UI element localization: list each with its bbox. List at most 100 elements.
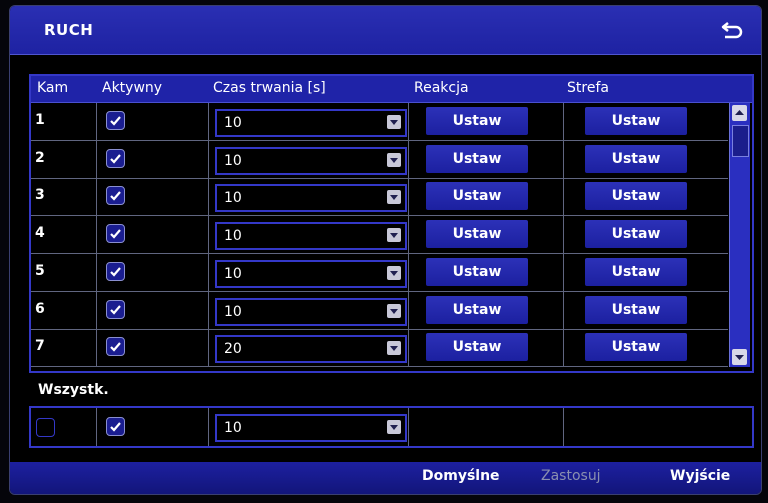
title-bar: RUCH bbox=[10, 6, 761, 55]
all-select-checkbox[interactable] bbox=[36, 418, 55, 437]
divider bbox=[408, 329, 409, 367]
active-checkbox[interactable] bbox=[106, 337, 125, 357]
divider bbox=[96, 253, 97, 291]
check-icon bbox=[110, 153, 121, 164]
check-icon bbox=[110, 116, 121, 126]
active-checkbox[interactable] bbox=[106, 148, 125, 168]
exit-button[interactable]: Wyjście bbox=[670, 468, 730, 484]
scroll-thumb[interactable] bbox=[732, 125, 749, 157]
zone-set-button[interactable]: Ustaw bbox=[585, 182, 687, 211]
zone-set-button[interactable]: Ustaw bbox=[585, 107, 687, 135]
header-duration: Czas trwania [s] bbox=[213, 80, 326, 96]
duration-select[interactable]: 10 bbox=[215, 184, 407, 213]
all-cameras-label: Wszystk. bbox=[38, 382, 109, 398]
check-icon bbox=[110, 342, 121, 352]
table-row: 5 10 Ustaw Ustaw bbox=[31, 253, 728, 292]
scroll-up-icon[interactable] bbox=[732, 105, 747, 121]
check-icon bbox=[110, 191, 121, 202]
chevron-down-icon bbox=[387, 152, 401, 167]
duration-value: 20 bbox=[224, 341, 242, 358]
divider bbox=[208, 140, 209, 178]
divider bbox=[408, 216, 409, 254]
table-row: 4 10 Ustaw Ustaw bbox=[31, 216, 728, 255]
default-button[interactable]: Domyślne bbox=[422, 468, 500, 484]
chevron-down-icon bbox=[387, 190, 401, 205]
camera-motion-table: Kam Aktywny Czas trwania [s] Reakcja Str… bbox=[29, 74, 754, 373]
all-cameras-row: 10 bbox=[29, 406, 754, 448]
divider bbox=[96, 140, 97, 178]
duration-value: 10 bbox=[224, 115, 242, 131]
header-reaction: Reakcja bbox=[414, 80, 469, 96]
apply-button[interactable]: Zastosuj bbox=[541, 468, 601, 484]
duration-select[interactable]: 10 bbox=[215, 222, 407, 251]
divider bbox=[563, 291, 564, 329]
zone-set-button[interactable]: Ustaw bbox=[585, 333, 687, 362]
divider bbox=[96, 178, 97, 216]
divider bbox=[96, 408, 97, 446]
reaction-set-button[interactable]: Ustaw bbox=[426, 220, 528, 249]
camera-number: 2 bbox=[35, 149, 45, 166]
all-duration-value: 10 bbox=[224, 420, 242, 436]
camera-number: 3 bbox=[35, 187, 45, 204]
reaction-set-button[interactable]: Ustaw bbox=[426, 182, 528, 211]
check-icon bbox=[110, 422, 121, 432]
divider bbox=[563, 253, 564, 291]
table-scrollbar[interactable] bbox=[729, 103, 750, 367]
back-arrow-icon[interactable] bbox=[719, 18, 745, 42]
table-row: 6 10 Ustaw Ustaw bbox=[31, 291, 728, 330]
duration-select[interactable]: 10 bbox=[215, 109, 407, 137]
divider bbox=[563, 329, 564, 367]
duration-select[interactable]: 20 bbox=[215, 335, 407, 364]
divider bbox=[96, 329, 97, 367]
reaction-set-button[interactable]: Ustaw bbox=[426, 295, 528, 324]
table-row: 7 20 Ustaw Ustaw bbox=[31, 329, 728, 368]
reaction-set-button[interactable]: Ustaw bbox=[426, 144, 528, 173]
camera-number: 1 bbox=[35, 112, 45, 128]
divider bbox=[563, 140, 564, 178]
table-row: 1 10 Ustaw Ustaw bbox=[31, 103, 728, 141]
active-checkbox[interactable] bbox=[106, 224, 125, 244]
divider bbox=[96, 216, 97, 254]
zone-set-button[interactable]: Ustaw bbox=[585, 144, 687, 173]
all-active-checkbox[interactable] bbox=[106, 417, 125, 436]
chevron-down-icon bbox=[387, 265, 401, 280]
chevron-down-icon bbox=[387, 303, 401, 318]
divider bbox=[208, 216, 209, 254]
divider bbox=[208, 329, 209, 367]
duration-value: 10 bbox=[224, 265, 242, 282]
header-zone: Strefa bbox=[567, 80, 609, 96]
zone-set-button[interactable]: Ustaw bbox=[585, 295, 687, 324]
divider bbox=[408, 408, 409, 446]
divider bbox=[563, 103, 564, 140]
active-checkbox[interactable] bbox=[106, 111, 125, 130]
active-checkbox[interactable] bbox=[106, 299, 125, 319]
duration-value: 10 bbox=[224, 303, 242, 320]
duration-select[interactable]: 10 bbox=[215, 297, 407, 326]
window-title: RUCH bbox=[44, 21, 94, 39]
divider bbox=[408, 140, 409, 178]
header-active: Aktywny bbox=[102, 80, 163, 96]
reaction-set-button[interactable]: Ustaw bbox=[426, 333, 528, 362]
chevron-down-icon bbox=[387, 115, 401, 129]
active-checkbox[interactable] bbox=[106, 186, 125, 206]
duration-value: 10 bbox=[224, 152, 242, 169]
scroll-down-icon[interactable] bbox=[732, 349, 747, 365]
header-kam: Kam bbox=[37, 80, 69, 96]
camera-number: 7 bbox=[35, 338, 45, 355]
zone-set-button[interactable]: Ustaw bbox=[585, 220, 687, 249]
zone-set-button[interactable]: Ustaw bbox=[585, 257, 687, 286]
duration-select[interactable]: 10 bbox=[215, 259, 407, 288]
motion-settings-window: RUCH Kam Aktywny Czas trwania [s] Reakcj… bbox=[9, 5, 762, 495]
divider bbox=[408, 103, 409, 140]
camera-number: 6 bbox=[35, 300, 45, 317]
divider bbox=[563, 178, 564, 216]
divider bbox=[208, 408, 209, 446]
active-checkbox[interactable] bbox=[106, 261, 125, 281]
reaction-set-button[interactable]: Ustaw bbox=[426, 107, 528, 135]
all-duration-select[interactable]: 10 bbox=[215, 414, 407, 442]
divider bbox=[408, 291, 409, 329]
footer-bar: Domyślne Zastosuj Wyjście bbox=[10, 462, 761, 494]
reaction-set-button[interactable]: Ustaw bbox=[426, 257, 528, 286]
duration-select[interactable]: 10 bbox=[215, 146, 407, 175]
table-row: 2 10 Ustaw Ustaw bbox=[31, 140, 728, 179]
